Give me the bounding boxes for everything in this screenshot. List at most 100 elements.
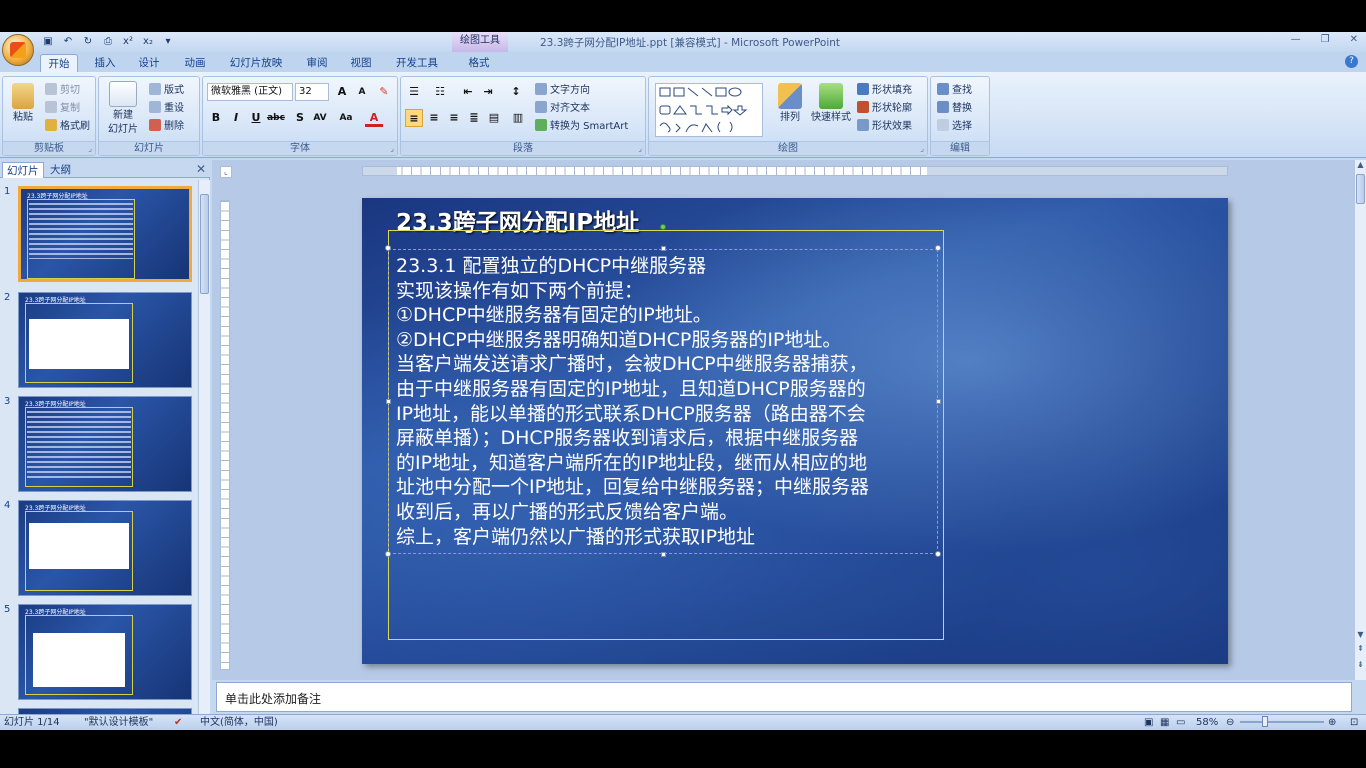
font-dialog-launcher-icon[interactable]: ⌟ xyxy=(390,144,394,153)
resize-handle-b[interactable] xyxy=(661,552,666,557)
resize-handle-t[interactable] xyxy=(661,246,666,251)
fit-to-window-icon[interactable]: ⊡ xyxy=(1350,716,1358,730)
drawing-dialog-launcher-icon[interactable]: ⌟ xyxy=(920,144,924,153)
zoom-slider-knob[interactable] xyxy=(1262,716,1268,727)
spellcheck-icon[interactable]: ✔ xyxy=(174,716,182,730)
pane-scroll-thumb[interactable] xyxy=(200,194,209,294)
find-button[interactable]: 查找 xyxy=(937,83,972,98)
subscript-icon[interactable]: x₂ xyxy=(140,35,156,49)
theme-name[interactable]: "默认设计模板" xyxy=(84,716,153,730)
select-button[interactable]: 选择 xyxy=(937,119,972,134)
scroll-up-icon[interactable]: ▲ xyxy=(1355,160,1366,169)
shape-outline-button[interactable]: 形状轮廓 xyxy=(857,101,912,116)
minimize-icon[interactable]: — xyxy=(1291,34,1301,45)
horizontal-ruler[interactable] xyxy=(362,166,1228,176)
font-name-combo[interactable]: 微软雅黑 (正文) xyxy=(207,83,293,101)
notes-placeholder[interactable]: 单击此处添加备注 xyxy=(225,690,321,707)
customize-qat-icon[interactable]: ▾ xyxy=(160,35,176,49)
convert-smartart-button[interactable]: 转换为 SmartArt xyxy=(535,119,628,134)
slide-thumbnail-5[interactable]: 23.3跨子网分配IP地址 xyxy=(18,604,192,700)
resize-handle-tr[interactable] xyxy=(935,245,941,251)
superscript-icon[interactable]: x² xyxy=(120,35,136,49)
tab-outline[interactable]: 大纲 xyxy=(46,162,75,178)
resize-handle-l[interactable] xyxy=(386,399,391,404)
resize-handle-tl[interactable] xyxy=(385,245,391,251)
print-preview-icon[interactable]: ⎙ xyxy=(100,35,116,49)
new-slide-button[interactable]: 新建 幻灯片 xyxy=(103,81,143,137)
char-spacing-button[interactable]: AV xyxy=(311,109,329,127)
shadow-button[interactable]: S xyxy=(291,109,309,127)
delete-slide-button[interactable]: 删除 xyxy=(149,119,184,134)
close-pane-icon[interactable]: ✕ xyxy=(196,162,206,176)
strikethrough-button[interactable]: abc xyxy=(267,109,285,127)
font-size-combo[interactable]: 32 xyxy=(295,83,329,101)
redo-icon[interactable]: ↻ xyxy=(80,35,96,49)
shrink-font-button[interactable]: A xyxy=(353,83,371,101)
slide-thumbnail-1[interactable]: 23.3跨子网分配IP地址 xyxy=(18,186,192,282)
undo-icon[interactable]: ↶ xyxy=(60,35,76,49)
scroll-down-icon[interactable]: ▼ xyxy=(1355,630,1366,639)
zoom-level[interactable]: 58% xyxy=(1196,716,1218,730)
align-left-button[interactable]: ≡ xyxy=(405,109,423,127)
slide-thumbnail-4[interactable]: 23.3跨子网分配IP地址 xyxy=(18,500,192,596)
italic-button[interactable]: I xyxy=(227,109,245,127)
slide-thumbnail-2[interactable]: 23.3跨子网分配IP地址 xyxy=(18,292,192,388)
slide-canvas[interactable]: 23.3跨子网分配IP地址 23.3.1 配置独立的DHCP中继服务器 实现该操… xyxy=(362,198,1228,664)
columns-button[interactable]: ▥ xyxy=(509,109,527,127)
paragraph-dialog-launcher-icon[interactable]: ⌟ xyxy=(638,144,642,153)
previous-slide-icon[interactable]: ⇞ xyxy=(1355,644,1366,653)
replace-button[interactable]: 替换 xyxy=(937,101,972,116)
text-direction-button[interactable]: 文字方向 xyxy=(535,83,590,98)
clear-format-button[interactable]: ✎ xyxy=(375,83,393,101)
grow-font-button[interactable]: A xyxy=(333,83,351,101)
align-center-button[interactable]: ≡ xyxy=(425,109,443,127)
vertical-ruler[interactable] xyxy=(220,200,230,670)
tab-developer[interactable]: 开发工具 xyxy=(390,54,444,72)
language-indicator[interactable]: 中文(简体，中国) xyxy=(200,716,278,730)
reset-button[interactable]: 重设 xyxy=(149,101,184,116)
tab-review[interactable]: 审阅 xyxy=(300,54,334,72)
zoom-out-icon[interactable]: ⊖ xyxy=(1226,716,1234,730)
tab-insert[interactable]: 插入 xyxy=(88,54,122,72)
ruler-tab-selector[interactable]: ⌞ xyxy=(220,166,232,178)
editor-scroll-thumb[interactable] xyxy=(1356,174,1365,204)
help-icon[interactable]: ? xyxy=(1345,55,1358,68)
arrange-button[interactable]: 排列 xyxy=(773,83,807,125)
zoom-in-icon[interactable]: ⊕ xyxy=(1328,716,1336,730)
office-button[interactable] xyxy=(2,34,34,66)
change-case-button[interactable]: Aa xyxy=(337,109,355,127)
quick-styles-button[interactable]: 快速样式 xyxy=(809,83,853,125)
copy-button[interactable]: 复制 xyxy=(45,101,80,116)
slide-thumbnail-3[interactable]: 23.3跨子网分配IP地址 xyxy=(18,396,192,492)
save-icon[interactable]: ▣ xyxy=(40,35,56,49)
tab-format[interactable]: 格式 xyxy=(460,54,498,72)
restore-icon[interactable]: ❐ xyxy=(1321,34,1330,45)
resize-handle-bl[interactable] xyxy=(385,551,391,557)
align-text-button[interactable]: 对齐文本 xyxy=(535,101,590,116)
slide-sorter-icon[interactable]: ▦ xyxy=(1160,716,1169,730)
paste-button[interactable]: 粘贴 xyxy=(7,83,39,125)
tab-slides-thumbnails[interactable]: 幻灯片 xyxy=(2,162,44,178)
align-right-button[interactable]: ≡ xyxy=(445,109,463,127)
bullets-button[interactable]: ☰ xyxy=(405,83,423,101)
numbering-button[interactable]: ☷ xyxy=(431,83,449,101)
pane-scrollbar[interactable] xyxy=(198,180,210,714)
increase-indent-button[interactable]: ⇥ xyxy=(479,83,497,101)
next-slide-icon[interactable]: ⇟ xyxy=(1355,660,1366,669)
cut-button[interactable]: 剪切 xyxy=(45,83,80,98)
format-painter-button[interactable]: 格式刷 xyxy=(45,119,90,134)
normal-view-icon[interactable]: ▣ xyxy=(1144,716,1153,730)
notes-pane[interactable]: 单击此处添加备注 xyxy=(216,682,1352,712)
bold-button[interactable]: B xyxy=(207,109,225,127)
slideshow-view-icon[interactable]: ▭ xyxy=(1176,716,1185,730)
underline-button[interactable]: U xyxy=(247,109,265,127)
justify-button[interactable]: ≣ xyxy=(465,109,483,127)
tab-slideshow[interactable]: 幻灯片放映 xyxy=(224,54,288,72)
resize-handle-r[interactable] xyxy=(936,399,941,404)
editor-scrollbar[interactable]: ▲ ▼ ⇞ ⇟ xyxy=(1354,160,1366,680)
zoom-slider[interactable] xyxy=(1240,721,1324,723)
distribute-button[interactable]: ▤ xyxy=(485,109,503,127)
rotate-handle[interactable] xyxy=(660,224,666,230)
close-icon[interactable]: ✕ xyxy=(1350,34,1358,45)
shape-effects-button[interactable]: 形状效果 xyxy=(857,119,912,134)
